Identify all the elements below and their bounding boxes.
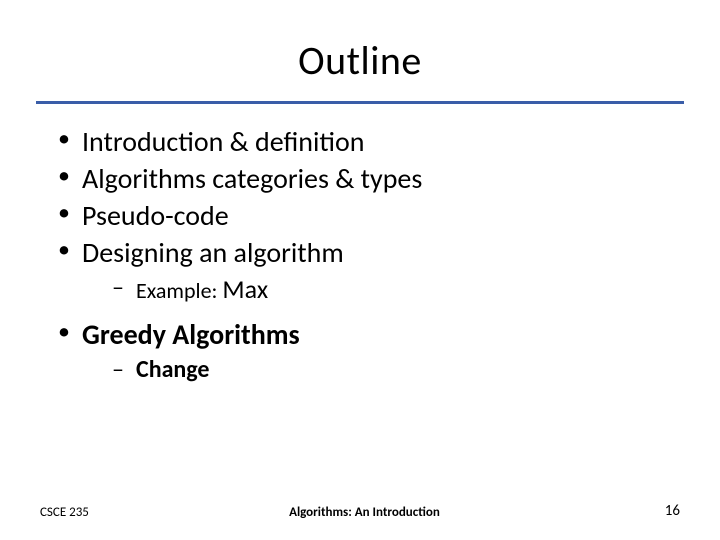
bullet-text: Designing an algorithm <box>82 235 344 270</box>
list-item: Pseudo-code <box>52 198 668 233</box>
list-item: Change <box>82 354 668 386</box>
footer: CSCE 235 Algorithms: An Introduction 16 <box>0 502 720 520</box>
content-area: Introduction & definition Algorithms cat… <box>0 104 720 387</box>
list-item: Example: Max <box>82 272 668 307</box>
list-item: Algorithms categories & types <box>52 161 668 196</box>
bullet-text: Algorithms categories & types <box>82 161 422 196</box>
subbullet-value: Max <box>222 273 268 305</box>
subbullet-text: Change <box>136 355 210 384</box>
footer-course: CSCE 235 <box>40 505 89 520</box>
outline-sublist: Example: Max <box>82 272 668 307</box>
list-item: Introduction & definition <box>52 124 668 159</box>
title-area: Outline <box>0 0 720 95</box>
footer-title: Algorithms: An Introduction <box>89 505 640 520</box>
bullet-text: Greedy Algorithms <box>82 317 300 352</box>
list-item: Greedy Algorithms Change <box>52 317 668 386</box>
slide-number: 16 <box>640 502 680 520</box>
list-item: Designing an algorithm Example: Max <box>52 235 668 307</box>
outline-sublist: Change <box>82 354 668 386</box>
outline-list: Introduction & definition Algorithms cat… <box>52 124 668 387</box>
bullet-text: Pseudo-code <box>82 198 229 233</box>
subbullet-label: Example: <box>136 277 222 304</box>
slide: Outline Introduction & definition Algori… <box>0 0 720 540</box>
bullet-text: Introduction & definition <box>82 124 365 159</box>
slide-title: Outline <box>0 36 720 85</box>
